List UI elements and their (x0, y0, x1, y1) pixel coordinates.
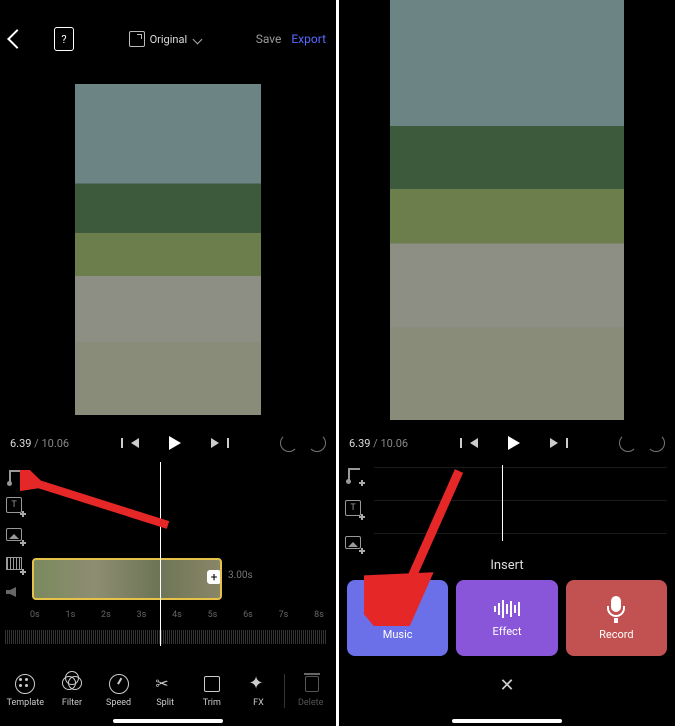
prev-frame-button[interactable] (470, 438, 478, 448)
track-controls: T (6, 468, 24, 602)
music-icon (385, 596, 411, 622)
track-controls: T (345, 466, 363, 552)
fx-tool[interactable]: ✦FX (237, 674, 279, 708)
export-button[interactable]: Export (291, 32, 326, 46)
save-button[interactable]: Save (256, 32, 282, 46)
editor-screen-right: 6.39 / 10.06 T Insert Music Effect Recor… (339, 0, 675, 726)
add-text-track-button[interactable]: T (345, 500, 363, 518)
split-tool[interactable]: ✂Split (144, 674, 186, 708)
track-line-3 (374, 533, 667, 534)
expand-icon (129, 31, 145, 47)
time-indicator: 6.39 / 10.06 (349, 437, 408, 450)
insert-options: Music Effect Record (347, 580, 667, 656)
playhead[interactable] (502, 465, 503, 541)
back-button[interactable] (7, 29, 27, 49)
mute-track-button[interactable] (6, 584, 24, 602)
add-text-track-button[interactable]: T (6, 497, 24, 515)
video-preview[interactable] (75, 84, 261, 415)
header: ? Original Save Export (0, 0, 336, 60)
chevron-down-icon (193, 34, 203, 44)
annotation-arrow (20, 470, 170, 520)
bottom-toolbar: Template Filter Speed ✂Split Trim ✦FX De… (0, 668, 336, 714)
play-button[interactable] (169, 436, 181, 450)
speed-tool[interactable]: Speed (98, 674, 140, 708)
track-line-1 (374, 467, 667, 468)
separator (284, 674, 285, 708)
video-clip[interactable] (32, 558, 222, 600)
timeline[interactable]: 3.00s (32, 558, 336, 603)
insert-record-button[interactable]: Record (566, 580, 667, 656)
close-insert-button[interactable]: ✕ (339, 675, 675, 696)
add-audio-track-button[interactable] (345, 466, 363, 484)
redo-button[interactable] (308, 434, 326, 452)
next-frame-button[interactable] (550, 438, 558, 448)
template-tool[interactable]: Template (4, 674, 46, 708)
playback-bar: 6.39 / 10.06 (0, 430, 336, 456)
add-audio-track-button[interactable] (6, 468, 24, 486)
track-line-2 (374, 500, 667, 501)
add-video-track-button[interactable] (6, 555, 24, 573)
insert-panel-title: Insert (339, 558, 675, 573)
add-image-track-button[interactable] (345, 534, 363, 552)
clip-duration-label: 3.00s (228, 570, 253, 581)
insert-effect-button[interactable]: Effect (456, 580, 557, 656)
undo-button[interactable] (280, 434, 298, 452)
trim-tool[interactable]: Trim (191, 674, 233, 708)
aspect-ratio-selector[interactable]: Original (129, 31, 202, 47)
redo-button[interactable] (647, 434, 665, 452)
microphone-icon (603, 596, 629, 622)
time-indicator: 6.39 / 10.06 (10, 437, 69, 450)
next-frame-button[interactable] (211, 438, 219, 448)
delete-tool[interactable]: Delete (290, 674, 332, 708)
prev-frame-button[interactable] (131, 438, 139, 448)
soundwave-icon (494, 599, 520, 619)
help-button[interactable]: ? (54, 27, 74, 51)
video-preview[interactable] (390, 0, 624, 420)
audio-waveform[interactable] (5, 630, 326, 644)
playhead[interactable] (160, 462, 161, 646)
ratio-label: Original (150, 33, 188, 46)
home-indicator (452, 719, 562, 723)
filter-tool[interactable]: Filter (51, 674, 93, 708)
editor-screen-left: ? Original Save Export 6.39 / 10.06 T 3.… (0, 0, 336, 726)
play-button[interactable] (508, 436, 520, 450)
time-ruler: 0s 1s 2s 3s 4s 5s 6s 7s 8s (30, 610, 326, 630)
insert-music-button[interactable]: Music (347, 580, 448, 656)
undo-button[interactable] (619, 434, 637, 452)
home-indicator (113, 719, 223, 723)
playback-bar: 6.39 / 10.06 (339, 430, 675, 456)
add-image-track-button[interactable] (6, 526, 24, 544)
